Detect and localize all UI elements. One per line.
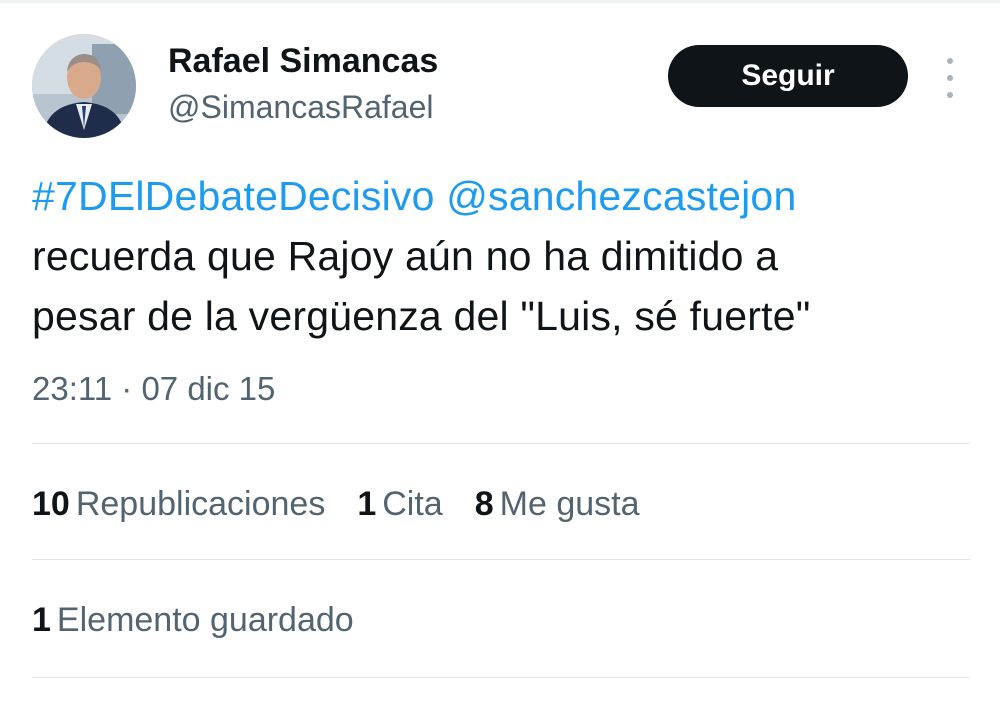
hashtag-link[interactable]: #7DElDebateDecisivo [32, 173, 435, 219]
author-handle[interactable]: @SimancasRafael [168, 86, 433, 128]
divider [32, 559, 970, 560]
more-dot [947, 75, 953, 81]
likes-label: Me gusta [499, 485, 640, 523]
quotes-count: 1 [357, 485, 377, 523]
mention-link[interactable]: @sanchezcastejon [446, 173, 796, 219]
more-dot [947, 58, 953, 64]
avatar-image [32, 34, 136, 138]
bookmarks-stat[interactable]: 1 Elemento guardado [32, 598, 354, 642]
author-name[interactable]: Rafael Simancas [168, 40, 438, 82]
divider [32, 677, 970, 678]
quotes-label: Cita [382, 485, 443, 523]
reposts-label: Republicaciones [75, 485, 326, 523]
tweet-text: #7DElDebateDecisivo @sanchezcastejon rec… [32, 166, 982, 346]
more-dot [947, 92, 953, 98]
bookmarks-label: Elemento guardado [56, 601, 354, 639]
top-divider [0, 0, 1000, 3]
quotes-stat[interactable]: 1 Cita [357, 482, 442, 526]
reposts-stat[interactable]: 10 Republicaciones [32, 482, 325, 526]
likes-stat[interactable]: 8 Me gusta [475, 482, 640, 526]
bookmarks-count: 1 [32, 601, 51, 639]
avatar[interactable] [32, 34, 136, 138]
tweet-page: Rafael Simancas @SimancasRafael Seguir #… [0, 0, 1000, 703]
likes-count: 8 [474, 485, 494, 523]
tweet-timestamp[interactable]: 23:11 · 07 dic 15 [32, 367, 275, 411]
reposts-count: 10 [32, 485, 70, 523]
tweet-line-1: #7DElDebateDecisivo @sanchezcastejon [32, 166, 982, 226]
tweet-line-2: recuerda que Rajoy aún no ha dimitido a [32, 233, 779, 279]
more-vertical-icon[interactable] [936, 58, 964, 98]
tweet-line-3: pesar de la vergüenza del "Luis, sé fuer… [32, 293, 811, 339]
divider [32, 443, 970, 444]
engagement-stats: 10 Republicaciones 1 Cita 8 Me gusta [32, 482, 640, 526]
follow-button[interactable]: Seguir [668, 45, 908, 107]
